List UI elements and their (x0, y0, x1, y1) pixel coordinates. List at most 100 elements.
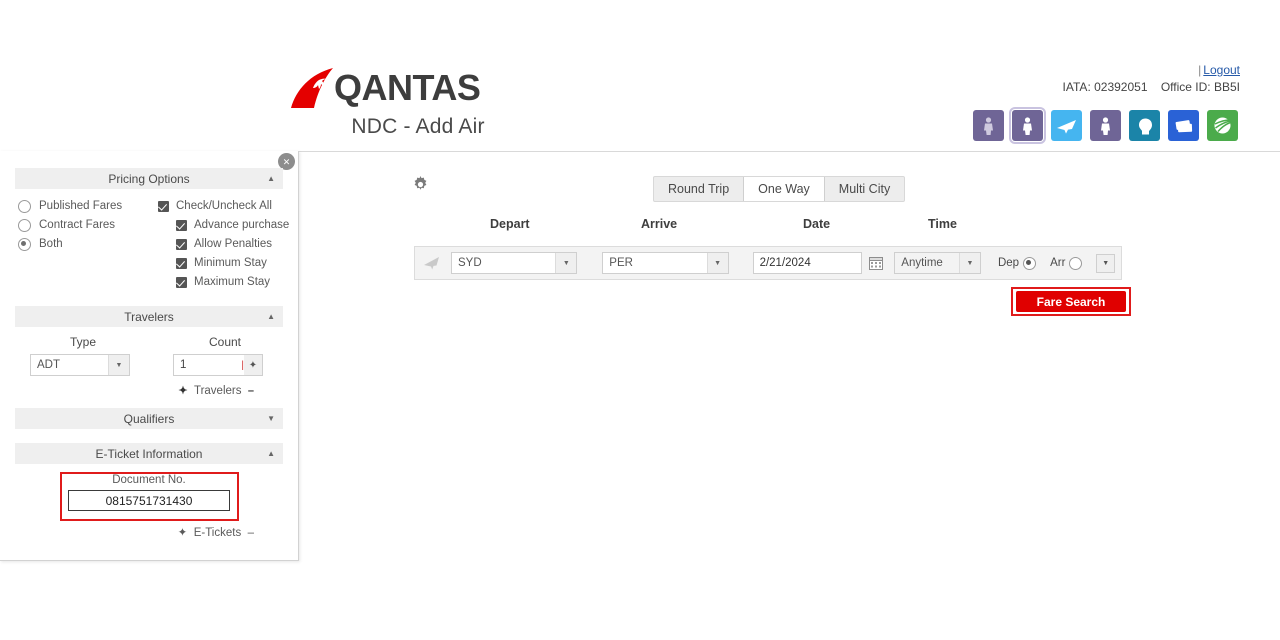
travelers-body: Type Count ADT ▼ 1 | ✦ ✦ Travelers – (0, 327, 298, 397)
checkbox-check-uncheck-all[interactable]: Check/Uncheck All (158, 198, 289, 214)
etickets-row-label: E-Tickets (193, 527, 242, 539)
document-number-input[interactable]: 0815751731430 (68, 490, 230, 511)
app-header: QANTAS NDC - Add Air | Logout IATA: 02392… (0, 0, 1280, 152)
chevron-down-icon[interactable]: ▼ (706, 253, 728, 273)
column-header-time: Time (928, 217, 957, 231)
column-header-arrive: Arrive (641, 217, 678, 231)
tab-round-trip[interactable]: Round Trip (654, 177, 743, 201)
fare-search-highlight: Fare Search (1011, 287, 1131, 316)
travel-date-input[interactable]: 2/21/2024 (752, 252, 863, 274)
radio-indicator (18, 218, 31, 232)
chevron-down-icon: ▼ (267, 414, 275, 423)
pricing-options-body: Published Fares Contract Fares Both Chec… (0, 189, 298, 293)
qualifiers-title: Qualifiers (123, 411, 175, 426)
depart-airport-input[interactable]: SYD ▼ (451, 252, 578, 274)
brand-logo: QANTAS NDC - Add Air (288, 66, 548, 139)
radio-indicator-selected (18, 237, 31, 251)
time-select[interactable]: Anytime ▼ (894, 252, 981, 274)
ticket-icon[interactable] (1168, 110, 1199, 141)
app-subtitle: NDC - Add Air (351, 115, 485, 138)
travelers-row-label: Travelers (193, 385, 242, 397)
travelers-header[interactable]: Travelers ▲ (15, 306, 283, 327)
search-column-headers: Depart Arrive Date Time (298, 217, 1280, 237)
traveler-count-input[interactable]: 1 | ✦ (173, 354, 263, 376)
checkbox-minimum-stay[interactable]: Minimum Stay (176, 255, 289, 271)
air-icon[interactable] (1051, 110, 1082, 141)
qualifiers-header[interactable]: Qualifiers ▼ (15, 408, 283, 429)
add-eticket-button[interactable]: ✦ (178, 527, 188, 539)
calendar-icon[interactable] (869, 256, 884, 271)
dep-radio[interactable] (1023, 256, 1037, 270)
etickets-add-remove: ✦ E-Tickets – (0, 525, 298, 539)
add-traveler-button[interactable]: ✦ (178, 385, 187, 397)
gear-icon[interactable] (412, 176, 429, 193)
radio-contract-fares[interactable]: Contract Fares (18, 217, 158, 233)
app-page: QANTAS NDC - Add Air | Logout IATA: 02392… (0, 0, 1280, 640)
trip-type-tabs: Round Trip One Way Multi City (653, 176, 906, 202)
chevron-down-icon[interactable]: ▼ (555, 253, 577, 273)
chevron-up-icon: ▲ (267, 312, 275, 321)
remove-eticket-button[interactable]: – (248, 527, 254, 539)
traveler-count-label: Count (208, 335, 242, 349)
dep-arr-radio-group: Dep Arr (997, 256, 1083, 270)
checkbox-indicator (176, 219, 187, 231)
passenger-icon[interactable] (973, 110, 1004, 141)
travelers-title: Travelers (124, 309, 174, 324)
checkbox-label: Advance purchase (194, 219, 290, 231)
eticket-information-title: E-Ticket Information (95, 446, 203, 461)
account-info: | Logout IATA: 02392051 Office ID: BB5I (1063, 63, 1240, 94)
eticket-information-body: Document No. 0815751731430 ✦ E-Tickets – (0, 464, 298, 539)
eticket-information-header[interactable]: E-Ticket Information ▲ (15, 443, 283, 464)
column-header-date: Date (803, 217, 831, 231)
stepper-icon[interactable]: ✦ (244, 355, 262, 375)
radio-both[interactable]: Both (18, 236, 158, 252)
checkbox-label: Check/Uncheck All (176, 200, 272, 212)
tab-multi-city[interactable]: Multi City (825, 177, 904, 201)
chevron-up-icon: ▲ (267, 449, 275, 458)
arr-radio[interactable] (1069, 256, 1083, 270)
fare-search-button[interactable]: Fare Search (1016, 291, 1126, 312)
search-main-area: Round Trip One Way Multi City Depart Arr… (298, 151, 1280, 640)
radio-published-fares[interactable]: Published Fares (18, 198, 158, 214)
traveler-type-select[interactable]: ADT ▼ (30, 354, 130, 376)
module-icon-bar (973, 107, 1238, 144)
traveler-type-value: ADT (37, 359, 60, 371)
checkbox-indicator (158, 200, 169, 212)
checkbox-maximum-stay[interactable]: Maximum Stay (176, 274, 289, 290)
traveler-icon[interactable] (1090, 110, 1121, 141)
time-value: Anytime (901, 257, 943, 269)
checkbox-indicator (176, 257, 187, 269)
chevron-down-icon[interactable]: ▼ (1096, 253, 1116, 273)
checkbox-advance-purchase[interactable]: Advance purchase (176, 217, 289, 233)
checkbox-label: Maximum Stay (194, 276, 271, 288)
fare-type-radio-group: Published Fares Contract Fares Both (0, 198, 158, 293)
column-header-depart: Depart (490, 217, 530, 231)
depart-airport-value: SYD (458, 257, 482, 269)
flight-search-row: SYD ▼ PER ▼ 2/21/2024 Anytime ▼ Dep Arr … (414, 246, 1122, 280)
options-side-panel: Pricing Options ▲ Published Fares Contra… (0, 151, 299, 561)
checkbox-label: Allow Penalties (194, 238, 272, 250)
tab-one-way[interactable]: One Way (743, 177, 825, 201)
logout-link[interactable]: Logout (1203, 63, 1240, 77)
profile-icon[interactable] (1129, 110, 1160, 141)
globe-icon[interactable] (1207, 110, 1238, 141)
pricing-options-header[interactable]: Pricing Options ▲ (15, 168, 283, 189)
arrive-airport-input[interactable]: PER ▼ (602, 252, 729, 274)
chevron-down-icon[interactable]: ▼ (958, 253, 980, 273)
airplane-icon (423, 253, 445, 273)
checkbox-allow-penalties[interactable]: Allow Penalties (176, 236, 289, 252)
passenger-active-icon[interactable] (1009, 107, 1046, 144)
traveler-type-label: Type (69, 335, 96, 349)
qantas-kangaroo-tail-icon (288, 66, 338, 110)
dep-radio-label: Dep (997, 257, 1020, 269)
remove-traveler-button[interactable]: – (248, 385, 254, 397)
chevron-down-icon[interactable]: ▼ (108, 355, 129, 375)
checkbox-label: Minimum Stay (194, 257, 267, 269)
radio-label: Both (39, 238, 63, 250)
radio-label: Published Fares (39, 200, 123, 212)
travelers-add-remove: ✦ Travelers – (0, 384, 298, 397)
fare-options-checkbox-group: Check/Uncheck All Advance purchase Allow… (158, 198, 289, 293)
checkbox-indicator (176, 276, 187, 288)
iata-label: IATA: 02392051 (1062, 80, 1148, 94)
travel-date-value: 2/21/2024 (759, 257, 811, 269)
